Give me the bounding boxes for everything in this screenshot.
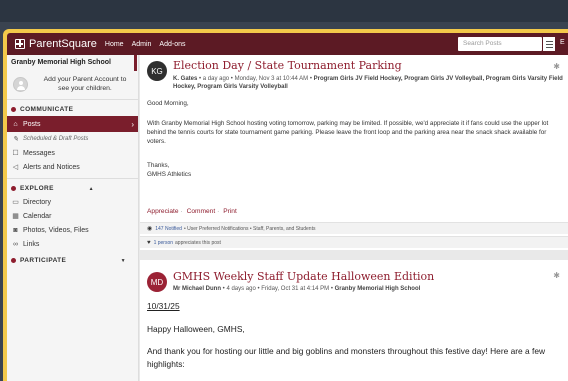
top-navbar: ParentSquare Home Admin Add-ons Search P… — [7, 33, 568, 55]
print-link[interactable]: Print — [223, 208, 237, 215]
post-groups[interactable]: Granby Memorial High School — [335, 286, 421, 292]
author-avatar[interactable]: MD — [147, 272, 167, 292]
eye-icon: ◉ — [147, 226, 153, 232]
avatar-placeholder-icon — [13, 77, 28, 92]
post-time: • 4 days ago • Friday, Oct 31 at 4:14 PM… — [221, 286, 335, 292]
communicate-title: COMMUNICATE — [20, 106, 74, 113]
sidebar-item-photos[interactable]: ◙ Photos, Videos, Files — [7, 223, 138, 237]
appreciates-count[interactable]: 1 person — [154, 240, 173, 246]
sidebar-item-alerts[interactable]: ◁ Alerts and Notices — [7, 160, 138, 174]
post-signature: GMHS Athletics — [147, 171, 192, 178]
post-body: And thank you for hosting our little and… — [147, 346, 546, 370]
post-author[interactable]: K. Gates — [173, 76, 197, 82]
appreciates-bar: ♥ 1 person appreciates this post — [140, 236, 568, 248]
pencil-icon: ✎ — [12, 136, 19, 143]
folder-icon: ▭ — [12, 199, 19, 206]
post-card: MD GMHS Weekly Staff Update Halloween Ed… — [140, 260, 568, 381]
appreciates-text: appreciates this post — [175, 239, 221, 246]
post-meta: K. Gates • a day ago • Monday, Nov 3 at … — [173, 75, 563, 91]
sidebar-item-calendar[interactable]: ▦ Calendar — [7, 209, 138, 223]
sidebar: Granby Memorial High School Add your Par… — [7, 55, 139, 381]
sidebar-item-label: Calendar — [23, 212, 52, 220]
school-selected-indicator — [134, 55, 137, 71]
filter-icon[interactable] — [543, 37, 555, 51]
nav-truncated-item[interactable]: E — [560, 39, 565, 46]
sidebar-item-label: Links — [23, 240, 40, 248]
sidebar-item-directory[interactable]: ▭ Directory — [7, 195, 138, 209]
parentsquare-app: ParentSquare Home Admin Add-ons Search P… — [7, 33, 568, 381]
author-avatar[interactable]: KG — [147, 61, 167, 81]
notified-details: • User Preferred Notifications • Staff, … — [183, 225, 316, 232]
notified-bar: ◉ 147 Notified • User Preferred Notifica… — [140, 222, 568, 234]
post-thanks: Thanks, — [147, 162, 170, 169]
sidebar-item-label: Posts — [23, 120, 41, 128]
heart-icon: ♥ — [147, 239, 151, 246]
sidebar-item-label: Messages — [23, 149, 55, 157]
caret-down-icon: ▼ — [120, 257, 126, 264]
post-actions: Appreciate · Comment · Print — [147, 208, 237, 215]
sidebar-item-label: Photos, Videos, Files — [23, 226, 89, 234]
participate-section-header[interactable]: PARTICIPATE ▼ — [7, 251, 138, 267]
sidebar-item-label: Alerts and Notices — [23, 163, 80, 171]
add-parent-account-link[interactable]: Add your Parent Account to see your chil… — [7, 70, 138, 100]
brand-name: ParentSquare — [29, 38, 97, 50]
post-greeting: Happy Halloween, GMHS, — [147, 324, 245, 334]
communicate-section-header: COMMUNICATE — [7, 100, 138, 116]
post-time: • a day ago • Monday, Nov 3 at 10:44 AM … — [197, 76, 314, 82]
post-title[interactable]: Election Day / State Tournament Parking — [173, 59, 402, 72]
gear-icon[interactable]: ✱ — [553, 62, 560, 71]
school-name[interactable]: Granby Memorial High School — [7, 55, 138, 70]
post-card: KG Election Day / State Tournament Parki… — [140, 55, 568, 250]
post-body: With Granby Memorial High School hosting… — [147, 120, 549, 146]
megaphone-icon: ◁ — [12, 164, 19, 171]
appreciate-link[interactable]: Appreciate — [147, 208, 179, 215]
post-meta: Mr Michael Dunn • 4 days ago • Friday, O… — [173, 285, 563, 293]
nav-admin[interactable]: Admin — [132, 41, 152, 48]
bullet-icon — [11, 107, 16, 112]
caret-up-icon: ▲ — [88, 185, 94, 192]
post-feed: KG Election Day / State Tournament Parki… — [140, 55, 568, 381]
sidebar-item-label: Scheduled & Draft Posts — [23, 136, 89, 142]
home-icon: ⌂ — [13, 120, 18, 128]
sidebar-item-messages[interactable]: ☐ Messages — [7, 146, 138, 160]
window-top-strip — [0, 0, 568, 22]
bullet-icon — [11, 258, 16, 263]
add-parent-account-text: Add your Parent Account to see your chil… — [43, 75, 127, 92]
sidebar-item-posts[interactable]: ⌂ Posts › — [7, 116, 138, 132]
app-frame: ParentSquare Home Admin Add-ons Search P… — [3, 29, 568, 381]
search-posts-input[interactable]: Search Posts — [458, 37, 542, 51]
post-title[interactable]: GMHS Weekly Staff Update Halloween Editi… — [173, 270, 434, 283]
chat-icon: ☐ — [12, 150, 19, 157]
participate-title: PARTICIPATE — [20, 257, 67, 264]
post-author[interactable]: Mr Michael Dunn — [173, 286, 221, 292]
comment-link[interactable]: Comment — [187, 208, 216, 215]
brand[interactable]: ParentSquare — [15, 38, 97, 50]
post-greeting: Good Morning, — [147, 100, 189, 107]
sidebar-item-links[interactable]: ∞ Links — [7, 237, 138, 251]
sidebar-item-scheduled-drafts[interactable]: ✎ Scheduled & Draft Posts — [7, 132, 138, 146]
bullet-icon — [11, 186, 16, 191]
sidebar-item-label: Directory — [23, 198, 52, 206]
chevron-right-icon: › — [131, 119, 134, 129]
camera-icon: ◙ — [13, 226, 18, 234]
explore-title: EXPLORE — [20, 185, 54, 192]
nav-add-ons[interactable]: Add-ons — [159, 41, 185, 48]
gear-icon[interactable]: ✱ — [553, 271, 560, 280]
link-icon: ∞ — [13, 240, 18, 248]
post-date-line: 10/31/25 — [147, 301, 180, 311]
calendar-icon: ▦ — [12, 213, 19, 220]
explore-section-header[interactable]: EXPLORE ▲ — [7, 179, 138, 195]
notified-count[interactable]: 147 Notified — [155, 226, 182, 232]
nav-home[interactable]: Home — [105, 41, 124, 48]
parentsquare-logo-icon — [15, 39, 25, 49]
